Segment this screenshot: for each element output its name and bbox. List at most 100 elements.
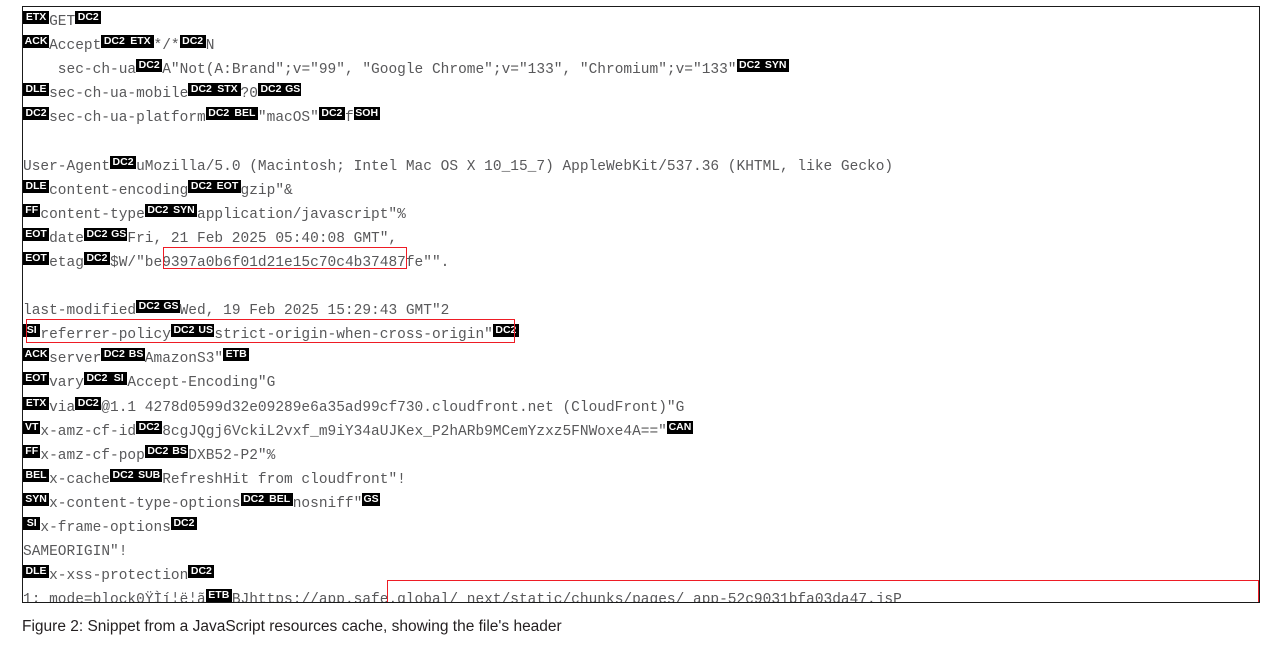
control-char-glyph: DC2: [75, 396, 102, 410]
control-char-glyph: DC2: [492, 324, 519, 338]
control-char-glyph: EOT: [23, 227, 50, 241]
snippet-line: DC2 sec-ch-ua-platform DC2 BEL "macOS" DC2 f SO…: [23, 106, 1259, 130]
control-char-glyph: DC2: [144, 444, 171, 458]
snippet-text: ?0: [240, 86, 258, 103]
control-char-glyph: DC2: [257, 83, 285, 97]
control-char-glyph: DLE: [23, 179, 50, 193]
snippet-line: sec-ch-ua DC2 A"Not(A:Brand";v="99", "Goog…: [23, 58, 1259, 82]
snippet-line: [23, 130, 1259, 154]
snippet-text: AmazonS3": [144, 351, 224, 368]
snippet-text: via: [49, 399, 76, 416]
control-char-glyph: DC2: [188, 83, 215, 97]
control-char-glyph: GS: [362, 492, 380, 506]
snippet-line: ETX via DC2 @1.1 4278d0599d32e09289e6a35ad9…: [23, 396, 1259, 420]
snippet-text: DXB52-P2"%: [188, 447, 276, 464]
snippet-text: gzip"&: [240, 182, 293, 199]
snippet-text: nosniff": [292, 495, 363, 512]
snippet-text: $W/"be9397a0b6f01d21e15c70c4b37487fe"".: [110, 254, 450, 271]
control-char-glyph: SOH: [353, 107, 380, 121]
control-char-glyph: DLE: [23, 565, 50, 579]
control-char-glyph: BEL: [231, 107, 258, 121]
control-char-glyph: DLE: [23, 83, 50, 97]
snippet-text: uMozilla/5.0 (Macintosh; Intel Mac OS X …: [136, 158, 894, 175]
control-char-glyph: BEL: [266, 492, 293, 506]
snippet-text: RefreshHit from cloudfront"!: [162, 471, 406, 488]
control-char-glyph: ACK: [23, 35, 50, 49]
snippet-text: content-encoding: [49, 182, 189, 199]
control-char-glyph: ETB: [223, 348, 250, 362]
snippet-text: last-modified: [23, 303, 137, 320]
snippet-line: SYN x-content-type-options DC2 BEL nosniff"G…: [23, 492, 1259, 516]
figure-caption: Figure 2: Snippet from a JavaScript reso…: [22, 618, 562, 635]
control-char-glyph: DC2: [75, 11, 102, 24]
snippet-text: x-xss-protection: [49, 568, 189, 585]
control-char-glyph: DC2: [205, 107, 232, 121]
control-char-glyph: DC2: [136, 59, 163, 73]
snippet-text: Wed, 19 Feb 2025 15:29:43 GMT"2: [179, 303, 450, 320]
control-char-glyph: SI: [23, 516, 41, 530]
snippet-line: ETX GET DC2: [23, 10, 1259, 34]
control-char-glyph: DC2: [240, 492, 267, 506]
snippet-text: strict-origin-when-cross-origin": [214, 327, 493, 344]
snippet-text: 8cgJQgj6VckiL2vxf_m9iY34aUJKex_P2hARb9MC…: [162, 423, 667, 440]
snippet-text: BJhttps://app.safe.global/ next/static/c…: [231, 592, 902, 603]
control-char-glyph: FF: [23, 203, 41, 217]
control-char-glyph: SYN: [23, 492, 50, 506]
control-char-glyph: BS: [170, 444, 189, 458]
cache-snippet-text: ETX GET DC2 ACK Accept DC2 ETX */* DC2 N sec-ch-u…: [23, 10, 1259, 603]
snippet-text: A"Not(A:Brand";v="99", "Google Chrome";v…: [162, 62, 737, 79]
snippet-text: referrer-policy: [40, 327, 171, 344]
control-char-glyph: ETX: [23, 11, 50, 24]
snippet-line: SAMEORIGIN"!: [23, 540, 1259, 564]
snippet-line: DLE x-xss-protection DC2: [23, 564, 1259, 588]
control-char-glyph: ETB: [205, 589, 232, 602]
control-char-glyph: DC2: [170, 324, 198, 338]
snippet-text: x-frame-options: [40, 519, 171, 536]
control-char-glyph: DC2: [101, 348, 128, 362]
snippet-text: etag: [49, 254, 84, 271]
snippet-text: x-cache: [49, 471, 111, 488]
snippet-text: sec-ch-ua-platform: [49, 110, 206, 127]
control-char-glyph: SYN: [762, 59, 789, 73]
control-char-glyph: EOT: [23, 372, 50, 386]
snippet-text: x-amz-cf-id: [40, 423, 137, 440]
control-char-glyph: GS: [110, 227, 128, 241]
snippet-line: [23, 275, 1259, 299]
snippet-line: EOT vary DC2 SI Accept-Encoding"G: [23, 371, 1259, 395]
snippet-line: DLE content-encoding DC2 EOT gzip"&: [23, 179, 1259, 203]
snippet-text: SAMEORIGIN"!: [23, 544, 128, 561]
snippet-text: application/javascript"%: [197, 206, 406, 223]
snippet-text: GET: [49, 14, 76, 30]
control-char-glyph: CAN: [666, 420, 693, 434]
snippet-line: EOT date DC2 GSFri, 21 Feb 2025 05:40:08 GM…: [23, 227, 1259, 251]
control-char-glyph: SYN: [170, 203, 197, 217]
snippet-line: User-Agent DC2 uMozilla/5.0 (Macintosh; In…: [23, 155, 1259, 179]
snippet-text: sec-ch-ua: [23, 62, 137, 79]
snippet-line: ACK server DC2 BSAmazonS3" ETB: [23, 347, 1259, 371]
control-char-glyph: ETX: [23, 396, 50, 410]
control-char-glyph: DC2: [318, 107, 345, 121]
figure-container: ETX GET DC2 ACK Accept DC2 ETX */* DC2 N sec-ch-u…: [0, 0, 1269, 655]
control-char-glyph: DC2: [136, 420, 163, 434]
control-char-glyph: GS: [284, 83, 302, 97]
control-char-glyph: DC2: [83, 227, 110, 241]
control-char-glyph: BS: [127, 348, 145, 362]
snippet-line: SI x-frame-options DC2: [23, 516, 1259, 540]
snippet-text: Fri, 21 Feb 2025 05:40:08 GMT",: [127, 230, 398, 247]
control-char-glyph: DC2: [110, 155, 137, 169]
snippet-text: x-amz-cf-pop: [40, 447, 145, 464]
snippet-line: FF content-type DC2 SYN application/javascri…: [23, 203, 1259, 227]
control-char-glyph: DC2: [23, 107, 50, 121]
snippet-text: Accept-Encoding"G: [127, 375, 276, 392]
control-char-glyph: DC2: [188, 179, 215, 193]
snippet-text: content-type: [40, 206, 145, 223]
snippet-line: VT x-amz-cf-id DC2 8cgJQgj6VckiL2vxf_m9iY34…: [23, 420, 1259, 444]
snippet-text: vary: [49, 375, 84, 392]
control-char-glyph: DC2: [101, 35, 128, 49]
snippet-line: FF x-amz-cf-pop DC2 BSDXB52-P2"%: [23, 444, 1259, 468]
snippet-text: server: [49, 351, 102, 368]
control-char-glyph: US: [197, 324, 215, 338]
control-char-glyph: EOT: [214, 179, 241, 193]
snippet-line: DLE sec-ch-ua-mobile DC2 STX ?0 DC2 GS: [23, 82, 1259, 106]
control-char-glyph: SUB: [136, 468, 163, 482]
